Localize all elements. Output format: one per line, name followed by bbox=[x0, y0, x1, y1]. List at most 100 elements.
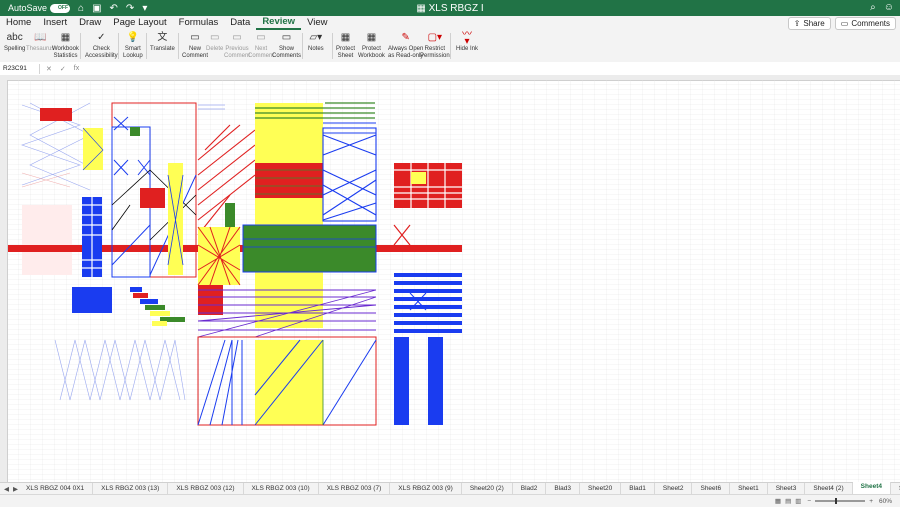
comments-button[interactable]: ▭ Comments bbox=[834, 16, 896, 30]
new-comment-icon: ▭ bbox=[190, 32, 200, 44]
workbook-statistics-label-2: Statistics bbox=[53, 52, 78, 59]
status-bar: ▦ ▤ ▥ − + 60% bbox=[0, 494, 900, 507]
green-square bbox=[130, 127, 140, 136]
show-comments-button[interactable]: ▭ Show Comments bbox=[272, 32, 301, 59]
green-big-block bbox=[243, 225, 376, 272]
blue-striped-column bbox=[82, 197, 102, 277]
restrict-permission-icon: ▢▾ bbox=[427, 32, 443, 44]
delete-comment-icon: ▭ bbox=[209, 32, 220, 44]
hide-ink-button[interactable]: 〰▾ Hide Ink bbox=[456, 29, 479, 53]
share-label: Share bbox=[803, 18, 825, 28]
accessibility-icon: ✓ bbox=[97, 32, 106, 44]
yellow-column-main bbox=[255, 103, 323, 328]
protect-workbook-label-2: Workbook bbox=[358, 52, 385, 59]
enter-icon[interactable]: ✓ bbox=[60, 65, 66, 73]
zoom-in-icon[interactable]: + bbox=[869, 498, 873, 505]
tab-page-layout[interactable]: Page Layout bbox=[107, 16, 172, 30]
zoom-level[interactable]: 60% bbox=[879, 498, 892, 505]
protect-sheet-button[interactable]: ▦ Protect Sheet bbox=[336, 32, 355, 59]
document-title: XLS RBGZ I bbox=[428, 2, 484, 14]
page-layout-view-icon[interactable]: ▤ bbox=[785, 497, 791, 505]
notes-icon: ▱▾ bbox=[309, 32, 323, 44]
delete-label: Delete bbox=[206, 46, 224, 52]
scroll-left-icon[interactable]: ◀ bbox=[4, 485, 9, 493]
account-icon[interactable]: ☺ bbox=[884, 2, 894, 13]
excel-doc-icon: ▦ bbox=[416, 2, 429, 14]
normal-view-icon[interactable]: ▦ bbox=[775, 497, 781, 505]
save-icon[interactable]: ▣ bbox=[92, 3, 101, 14]
previous-comment-label-2: Comment bbox=[224, 52, 251, 59]
autosave-label: AutoSave bbox=[8, 3, 48, 13]
yellow-mesh bbox=[197, 226, 241, 286]
thesaurus-button[interactable]: 📖 Thesaurus bbox=[26, 32, 54, 53]
blue-square bbox=[72, 287, 112, 313]
autosave-control[interactable]: AutoSave OFF bbox=[8, 3, 71, 13]
yellow-strip-left bbox=[83, 128, 103, 170]
next-comment-button[interactable]: ▭ Next Comment bbox=[248, 32, 274, 59]
name-box[interactable]: R23C91 bbox=[0, 63, 40, 74]
always-open-readonly-button[interactable]: ✎ Always Open as Read-only bbox=[388, 32, 423, 59]
red-block bbox=[40, 108, 72, 121]
smart-lookup-button[interactable]: 💡 Smart Lookup bbox=[123, 32, 143, 59]
home-icon[interactable]: ⌂ bbox=[78, 3, 84, 14]
cancel-icon[interactable]: ✕ bbox=[46, 65, 52, 73]
delete-comment-button[interactable]: ▭ Delete bbox=[206, 32, 223, 53]
ink-icon: 〰▾ bbox=[462, 29, 472, 47]
previous-comment-button[interactable]: ▭ Previous Comment bbox=[224, 32, 250, 59]
sheet-drawing bbox=[8, 80, 900, 482]
tab-draw[interactable]: Draw bbox=[73, 16, 107, 30]
customize-quick-access-icon[interactable]: ▾ bbox=[142, 3, 147, 14]
statistics-icon: ▦ bbox=[60, 32, 71, 44]
spelling-icon: abc bbox=[6, 32, 23, 44]
page-break-view-icon[interactable]: ▥ bbox=[795, 497, 801, 505]
new-comment-label-2: Comment bbox=[182, 52, 209, 59]
restrict-permission-label-2: Permission bbox=[420, 52, 450, 59]
check-accessibility-button[interactable]: ✓ Check Accessibility bbox=[85, 32, 118, 59]
hide-ink-label: Hide Ink bbox=[456, 46, 479, 52]
always-open-label-2: as Read-only bbox=[388, 52, 424, 59]
red-square-mid bbox=[140, 188, 165, 208]
fx-label[interactable]: fx bbox=[74, 65, 79, 73]
next-comment-label-2: Comment bbox=[248, 52, 275, 59]
redo-icon[interactable]: ↷ bbox=[126, 3, 134, 14]
comments-label: Comments bbox=[851, 18, 890, 28]
tab-data[interactable]: Data bbox=[224, 16, 256, 30]
workbook-statistics-button[interactable]: ▦ Workbook Statistics bbox=[52, 32, 79, 59]
previous-comment-icon: ▭ bbox=[232, 32, 242, 44]
thesaurus-icon: 📖 bbox=[33, 32, 47, 44]
toggle-state: OFF bbox=[58, 5, 69, 11]
smart-lookup-label-2: Lookup bbox=[123, 52, 143, 59]
tab-review[interactable]: Review bbox=[256, 16, 302, 30]
thesaurus-label: Thesaurus bbox=[26, 46, 55, 52]
search-icon[interactable]: ⌕ bbox=[870, 2, 876, 13]
restrict-permission-button[interactable]: ▢▾ Restrict Permission bbox=[420, 32, 450, 59]
translate-icon: 文 bbox=[157, 32, 168, 44]
green-strip bbox=[225, 203, 235, 227]
protect-workbook-icon: ▦ bbox=[366, 32, 377, 44]
protect-sheet-icon: ▦ bbox=[340, 32, 351, 44]
autosave-toggle[interactable]: OFF bbox=[50, 3, 71, 13]
protect-workbook-button[interactable]: ▦ Protect Workbook bbox=[358, 32, 385, 59]
tab-view[interactable]: View bbox=[301, 16, 333, 30]
comments-icon: ▭ bbox=[840, 18, 849, 28]
title-bar: AutoSave OFF ⌂ ▣ ↶ ↷ ▾ ▦ XLS RBGZ I ⌕ ☺ bbox=[0, 0, 900, 16]
worksheet-grid[interactable] bbox=[0, 75, 900, 482]
tab-home[interactable]: Home bbox=[0, 16, 37, 30]
tab-formulas[interactable]: Formulas bbox=[173, 16, 225, 30]
zoom-out-icon[interactable]: − bbox=[807, 498, 811, 505]
zoom-slider[interactable] bbox=[815, 498, 866, 504]
protect-sheet-label-2: Sheet bbox=[337, 52, 354, 59]
tab-insert[interactable]: Insert bbox=[37, 16, 73, 30]
notes-button[interactable]: ▱▾ Notes bbox=[308, 32, 324, 53]
new-comment-button[interactable]: ▭ New Comment bbox=[182, 32, 208, 59]
notes-label: Notes bbox=[308, 46, 324, 52]
share-icon: ⇪ bbox=[793, 18, 801, 28]
share-button[interactable]: ⇪ Share bbox=[787, 16, 831, 30]
show-comments-icon: ▭ bbox=[281, 32, 292, 44]
spelling-button[interactable]: abc Spelling bbox=[4, 32, 25, 53]
undo-icon[interactable]: ↶ bbox=[110, 3, 118, 14]
pen-icon: ✎ bbox=[401, 32, 410, 44]
check-accessibility-label-2: Accessibility bbox=[85, 52, 118, 59]
spelling-label: Spelling bbox=[4, 46, 26, 52]
translate-button[interactable]: 文 Translate bbox=[150, 32, 175, 53]
